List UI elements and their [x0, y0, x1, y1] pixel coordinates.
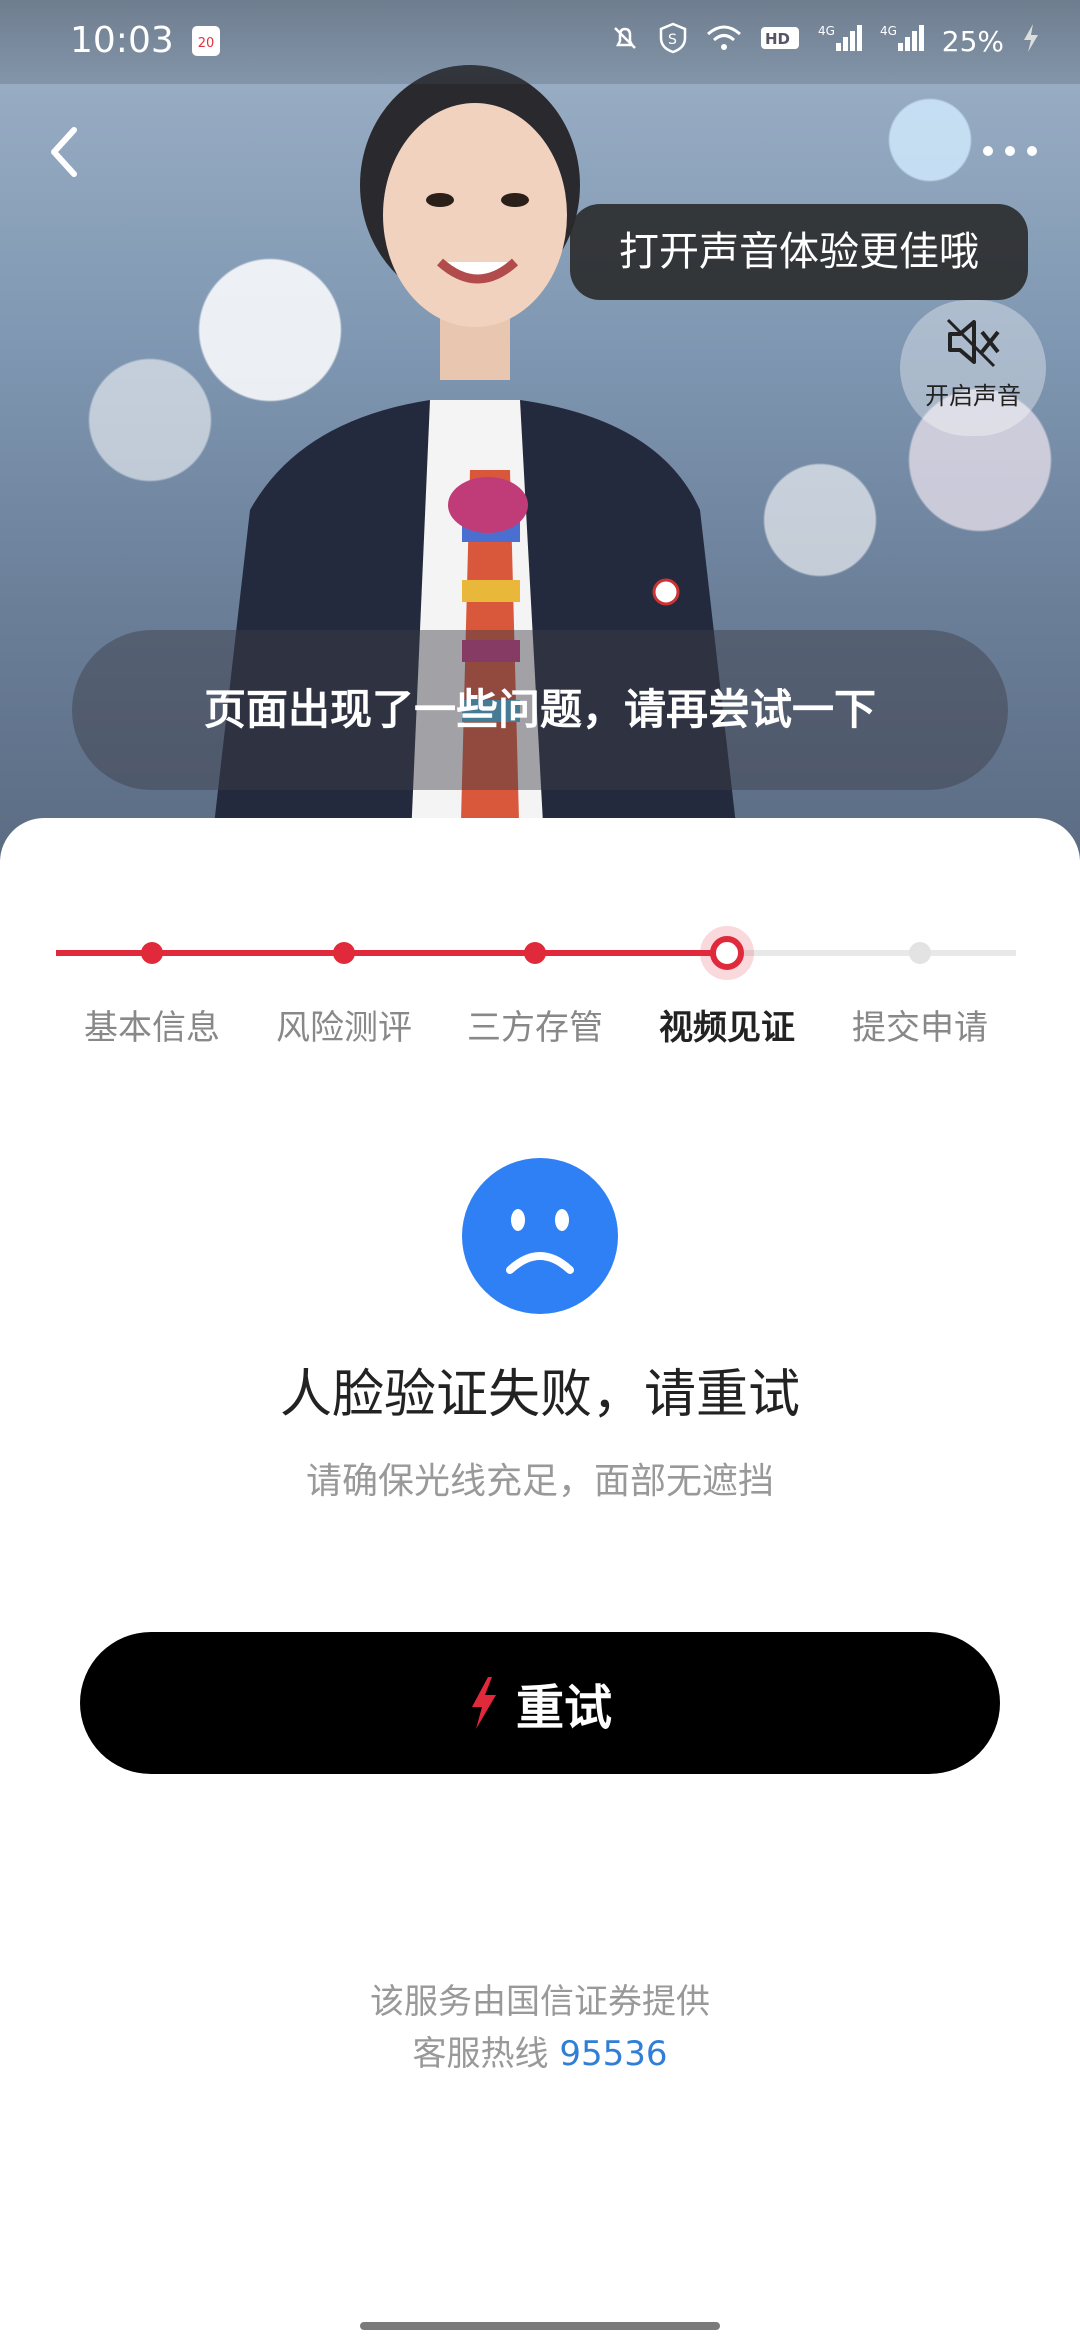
step-label-5: 提交申请 [852, 1008, 988, 1048]
step-label-2: 风险测评 [276, 1008, 412, 1048]
step-dot-1 [141, 942, 163, 964]
step-dot-5 [909, 942, 931, 964]
retry-button[interactable]: 重试 [80, 1632, 1000, 1774]
step-dot-2 [333, 942, 355, 964]
wifi-icon [706, 24, 742, 59]
svg-text:S: S [668, 32, 677, 48]
sound-tooltip: 打开声音体验更佳哦 [570, 204, 1028, 300]
hd-icon: HD [760, 24, 800, 59]
status-icons: S HD 4G 4G 25% [610, 22, 1040, 61]
enable-sound-button[interactable]: 开启声音 [900, 300, 1046, 436]
svg-text:4G: 4G [880, 24, 897, 38]
step-label-3: 三方存管 [467, 1008, 603, 1048]
result-title: 人脸验证失败，请重试 [279, 1365, 800, 1425]
status-time: 10:03 [70, 20, 174, 61]
hotline-number-link[interactable]: 95536 [559, 2034, 667, 2074]
step-dot-3 [524, 942, 546, 964]
lightning-icon [471, 1677, 496, 1729]
calendar-icon: 20 [192, 26, 220, 56]
hotline-label: 客服热线 [412, 2034, 549, 2074]
progress-track-todo [726, 950, 1016, 956]
home-indicator[interactable] [360, 2322, 720, 2330]
error-notice-banner: 页面出现了一些问题，请再尝试一下 [72, 630, 1008, 790]
battery-percent: 25% [941, 25, 1004, 58]
svg-text:HD: HD [765, 30, 790, 48]
signal-icon-1: 4G [818, 23, 862, 60]
progress-steps: 基本信息 风险测评 三方存管 视频见证 提交申请 [0, 878, 1080, 1048]
sad-face-icon [462, 1158, 618, 1314]
step-label-4: 视频见证 [659, 1008, 795, 1048]
status-bar: 10:03 20 S HD 4G 4G 25% [0, 0, 1080, 84]
mute-bell-icon [610, 23, 640, 60]
step-label-1: 基本信息 [84, 1008, 220, 1048]
step-dot-4-current [710, 936, 744, 970]
enable-sound-label: 开启声音 [925, 382, 1021, 410]
video-area: 10:03 20 S HD 4G 4G 25% 打开声音体验更佳哦 开启声音 页… [0, 0, 1080, 860]
signal-icon-2: 4G [880, 23, 924, 60]
hotline-row: 客服热线 95536 [0, 2026, 1080, 2075]
shield-icon: S [658, 22, 688, 61]
service-provider-text: 该服务由国信证券提供 [370, 1982, 710, 2022]
more-options-icon[interactable] [980, 142, 1040, 160]
content-sheet: 基本信息 风险测评 三方存管 视频见证 提交申请 [0, 818, 1080, 2340]
result-subtitle: 请确保光线充足，面部无遮挡 [305, 1461, 774, 1502]
speaker-muted-icon [946, 318, 1000, 368]
charging-icon [1022, 23, 1040, 60]
retry-button-label: 重试 [515, 1680, 612, 1736]
back-arrow-icon[interactable] [40, 122, 90, 182]
svg-text:4G: 4G [818, 24, 835, 38]
